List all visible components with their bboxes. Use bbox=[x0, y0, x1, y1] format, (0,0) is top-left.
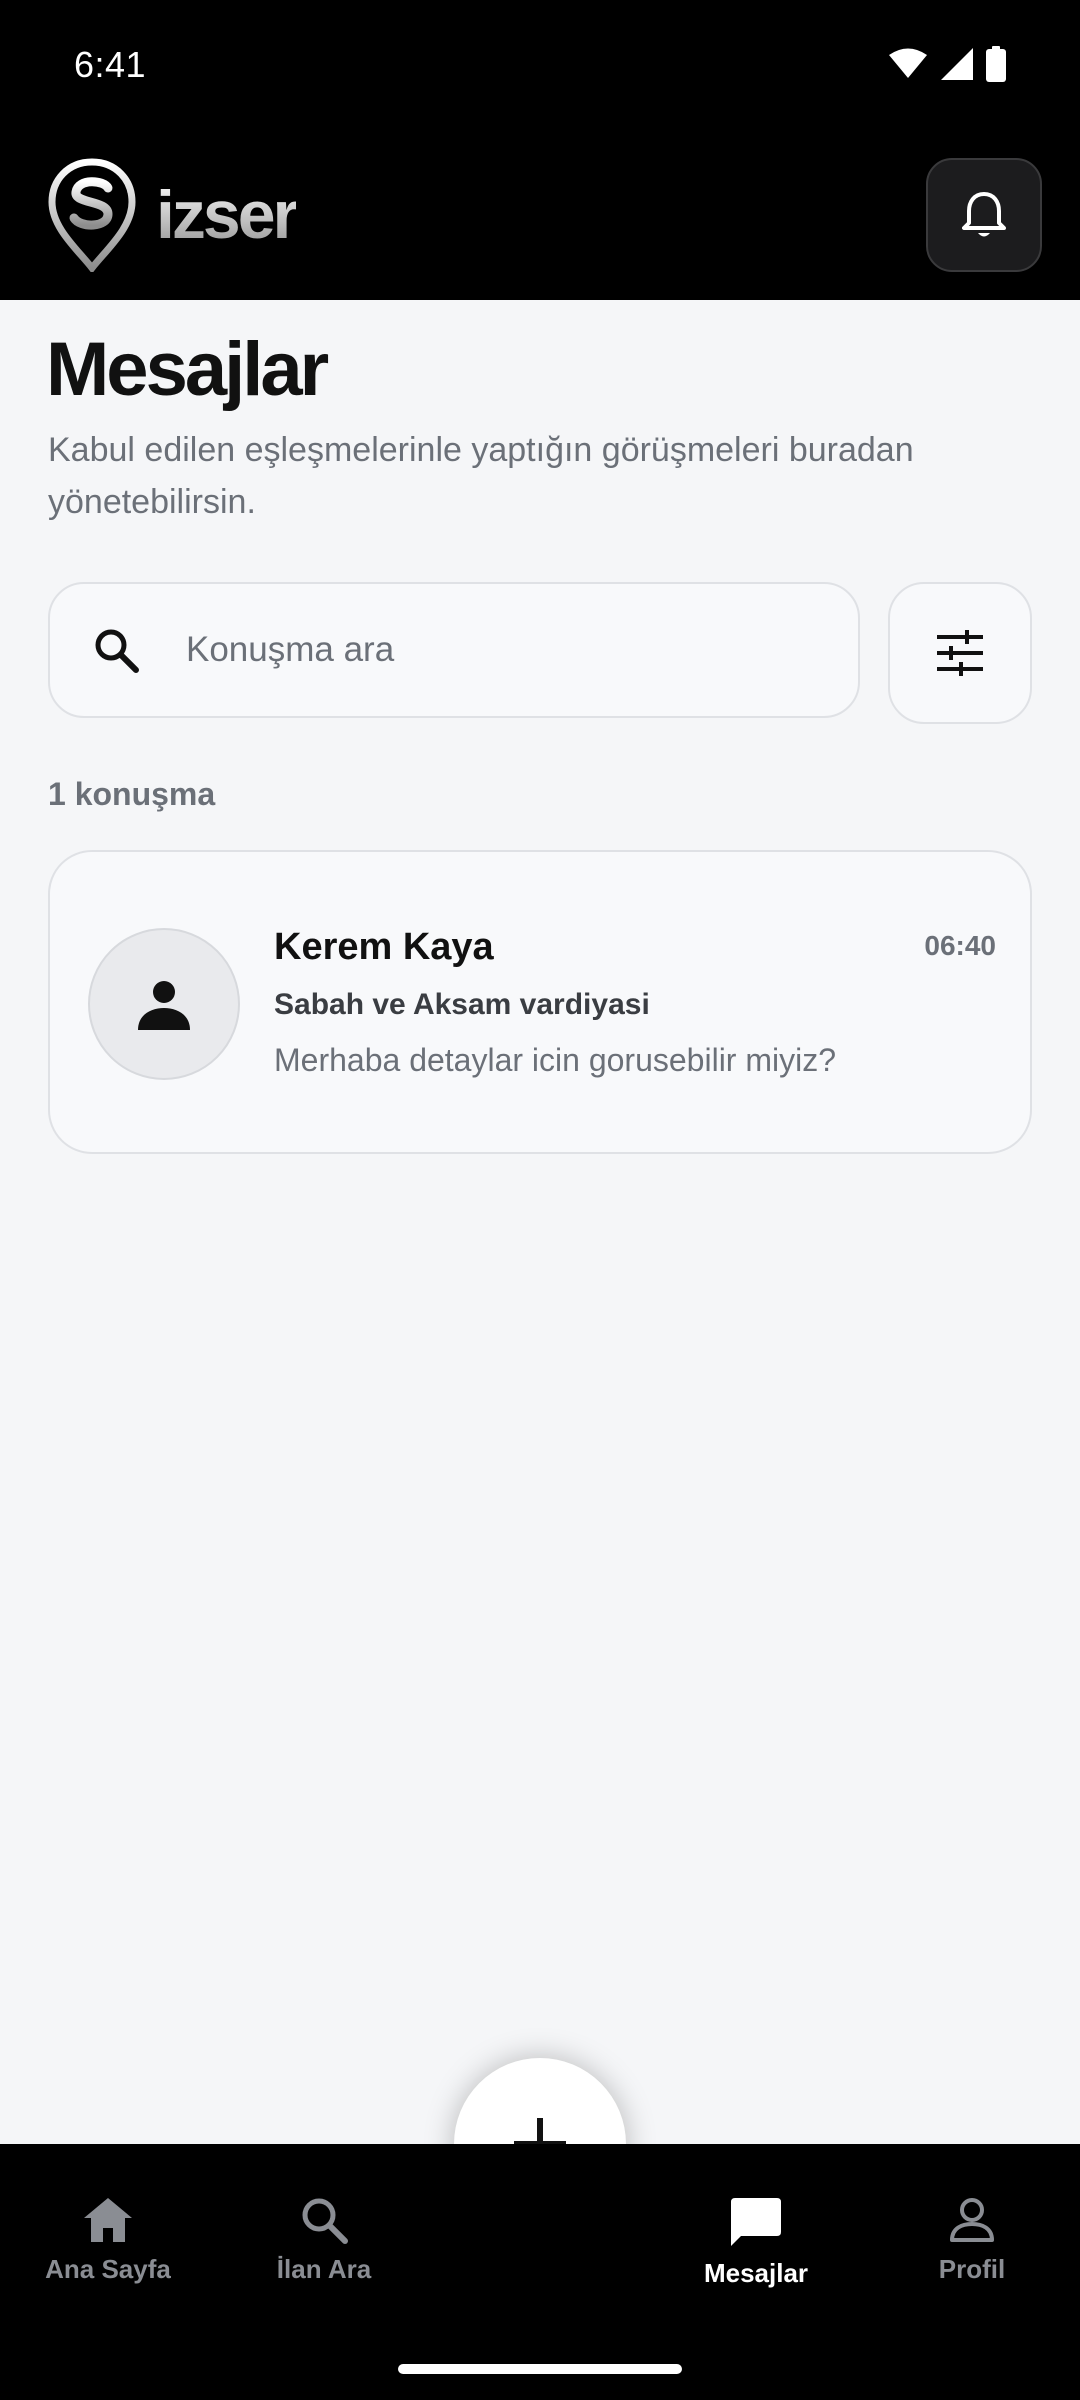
conversation-card[interactable]: Kerem Kaya 06:40 Sabah ve Aksam vardiyas… bbox=[48, 850, 1032, 1154]
bell-icon bbox=[962, 192, 1006, 237]
nav-item-messages[interactable]: Mesajlar bbox=[656, 2196, 856, 2289]
search-box[interactable] bbox=[48, 582, 860, 718]
conversation-last-message: Merhaba detaylar icin gorusebilir miyiz? bbox=[274, 1042, 837, 1078]
conversation-listing-title: Sabah ve Aksam vardiyasi bbox=[274, 988, 650, 1021]
top-header: 6:41 izser bbox=[0, 0, 1080, 300]
home-indicator bbox=[398, 2364, 682, 2374]
conversation-name: Kerem Kaya bbox=[274, 926, 494, 968]
bottom-navigation: Ana Sayfa İlan Ara Mesajlar Profil bbox=[0, 2144, 1080, 2400]
status-time: 6:41 bbox=[74, 44, 147, 85]
nav-item-home[interactable]: Ana Sayfa bbox=[8, 2196, 208, 2285]
nav-item-search[interactable]: İlan Ara bbox=[224, 2196, 424, 2285]
nav-label-home: Ana Sayfa bbox=[45, 2254, 171, 2284]
app-logo: izser bbox=[48, 158, 299, 272]
nav-label-messages: Mesajlar bbox=[703, 2258, 809, 2288]
nav-item-profile[interactable]: Profil bbox=[872, 2196, 1072, 2285]
logo-pin-icon bbox=[48, 158, 136, 272]
search-input[interactable] bbox=[186, 630, 786, 670]
person-icon bbox=[138, 981, 190, 1030]
wifi-icon bbox=[889, 48, 927, 78]
chat-icon bbox=[731, 2198, 781, 2246]
nav-label-profile: Profil bbox=[938, 2254, 1006, 2284]
home-icon bbox=[84, 2198, 132, 2242]
conversation-count: 1 konuşma bbox=[48, 776, 216, 812]
nav-label-search: İlan Ara bbox=[276, 2254, 372, 2284]
tune-icon bbox=[937, 630, 983, 676]
status-icons bbox=[888, 46, 1006, 82]
conversation-time: 06:40 bbox=[924, 930, 996, 961]
page-subtitle: Kabul edilen eşleşmelerinle yaptığın gör… bbox=[48, 431, 914, 521]
person-icon bbox=[950, 2198, 994, 2242]
logo-text: izser bbox=[156, 177, 299, 253]
signal-icon bbox=[941, 48, 973, 80]
search-icon bbox=[302, 2198, 348, 2244]
avatar bbox=[88, 928, 240, 1080]
page-title: Mesajlar bbox=[46, 327, 329, 412]
search-icon bbox=[86, 620, 146, 680]
filter-button[interactable] bbox=[888, 582, 1032, 724]
notifications-button[interactable] bbox=[926, 158, 1042, 272]
battery-icon bbox=[986, 46, 1006, 82]
